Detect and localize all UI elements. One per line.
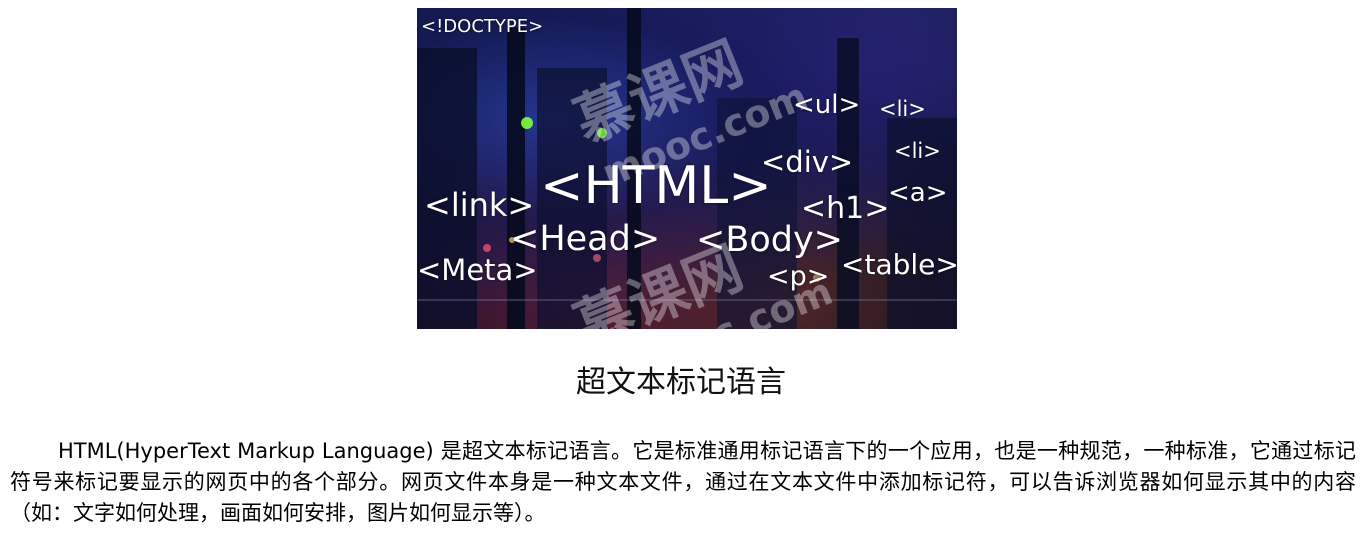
tag-doctype: <!DOCTYPE> xyxy=(421,16,544,37)
tag-meta: <Meta> xyxy=(417,253,538,287)
tag-li: <li> xyxy=(894,139,941,163)
tag-div: <div> xyxy=(761,145,854,179)
tag-head: <Head> xyxy=(510,219,661,259)
tag-a: <a> xyxy=(888,178,948,208)
tag-li: <li> xyxy=(879,97,926,121)
html-tags-banner-image: <!DOCTYPE> <ul> <li> <li> <div> <HTML> <… xyxy=(417,8,957,329)
tag-table: <table> xyxy=(841,248,957,281)
tag-link: <link> xyxy=(424,186,535,224)
intro-paragraph: HTML(HyperText Markup Language) 是超文本标记语言… xyxy=(10,439,1356,525)
page-title: 超文本标记语言 xyxy=(576,365,786,400)
